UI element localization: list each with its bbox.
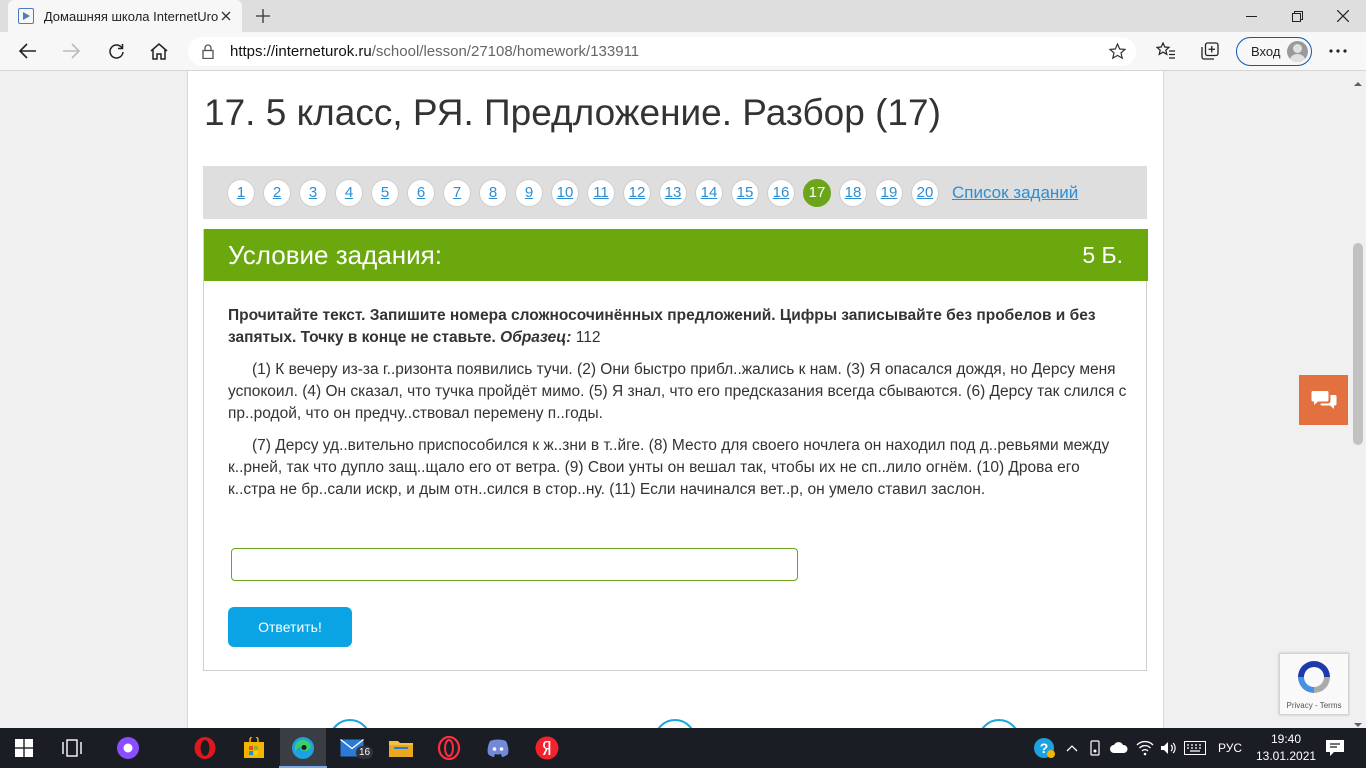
pagination-item-8[interactable]: 8	[479, 178, 507, 207]
tab-title: Домашняя школа InternetUrok.ru	[43, 8, 219, 24]
page-scrollbar[interactable]	[1350, 71, 1366, 728]
pagination-item-4[interactable]: 4	[335, 178, 363, 207]
pagination-item-5[interactable]: 5	[371, 178, 399, 207]
pagination-item-17[interactable]: 17	[803, 178, 831, 207]
recaptcha-badge[interactable]: Privacy - Terms	[1279, 653, 1349, 715]
sample-label: Образец:	[500, 329, 572, 346]
scroll-thumb[interactable]	[1353, 243, 1363, 445]
task-pagination: 1 2 3 4 5 6 7 8 9 10 11 12 13 14 15 16 17 18 19 20 Список за…	[203, 166, 1147, 219]
more-menu-icon[interactable]	[1327, 40, 1349, 62]
pagination-item-11[interactable]: 11	[587, 178, 615, 207]
sample-value: 112	[575, 329, 601, 346]
file-explorer-icon[interactable]	[389, 736, 413, 760]
microsoft-store-icon[interactable]	[242, 736, 266, 760]
pagination-item-7[interactable]: 7	[443, 178, 471, 207]
show-hidden-icons-icon[interactable]	[1060, 736, 1084, 760]
clock-date[interactable]: 13.01.2021	[1256, 749, 1316, 763]
lock-icon[interactable]	[202, 44, 214, 59]
avatar-icon	[1287, 41, 1308, 62]
discord-icon[interactable]	[486, 736, 510, 760]
task-header-title: Условие задания:	[228, 239, 442, 270]
minimize-icon[interactable]	[1228, 0, 1274, 32]
windows-taskbar: 16 ? РУС 19:40 13.01.2021	[0, 728, 1366, 768]
browser-toolbar: https://interneturok.ru/school/lesson/27…	[0, 32, 1366, 71]
answer-input[interactable]	[231, 548, 798, 581]
address-bar[interactable]: https://interneturok.ru/school/lesson/27…	[188, 37, 1136, 66]
task-card: Условие задания: 5 Б. Прочитайте текст. …	[203, 229, 1148, 671]
favorite-star-icon[interactable]	[1109, 43, 1126, 60]
back-icon[interactable]	[17, 40, 39, 62]
windows-start-icon[interactable]	[12, 736, 36, 760]
task-body: Прочитайте текст. Запишите номера сложно…	[228, 305, 1128, 511]
yandex-browser-icon[interactable]	[535, 736, 559, 760]
restore-icon[interactable]	[1274, 0, 1320, 32]
pagination-item-9[interactable]: 9	[515, 178, 543, 207]
device-icon[interactable]	[1083, 736, 1107, 760]
sign-in-button[interactable]: Вход	[1236, 37, 1312, 66]
pagination-item-19[interactable]: 19	[875, 178, 903, 207]
pagination-item-15[interactable]: 15	[731, 178, 759, 207]
favorites-icon[interactable]	[1155, 40, 1177, 62]
refresh-icon[interactable]	[105, 40, 127, 62]
scroll-up-icon[interactable]	[1354, 75, 1362, 86]
pagination-item-10[interactable]: 10	[551, 178, 579, 207]
alice-assistant-icon[interactable]	[116, 736, 140, 760]
notifications-icon[interactable]	[1323, 736, 1347, 760]
volume-icon[interactable]	[1157, 736, 1181, 760]
text-paragraph-2: (7) Дерсу уд..вительно приспособился к ж…	[228, 437, 1110, 498]
pagination-item-2[interactable]: 2	[263, 178, 291, 207]
mail-unread-badge: 16	[356, 746, 374, 759]
edge-browser-icon[interactable]	[279, 736, 327, 768]
new-tab-icon[interactable]	[253, 6, 273, 26]
task-header: Условие задания: 5 Б.	[204, 229, 1148, 281]
forward-icon[interactable]	[60, 40, 82, 62]
pagination-item-18[interactable]: 18	[839, 178, 867, 207]
input-language[interactable]: РУС	[1218, 741, 1242, 755]
svg-text:?: ?	[1040, 740, 1049, 756]
collections-icon[interactable]	[1199, 40, 1221, 62]
task-list-link[interactable]: Список заданий	[952, 183, 1078, 203]
instruction-text: Прочитайте текст. Запишите номера сложно…	[228, 307, 1096, 346]
pagination-item-6[interactable]: 6	[407, 178, 435, 207]
pagination-item-12[interactable]: 12	[623, 178, 651, 207]
submit-answer-button[interactable]: Ответить!	[228, 607, 352, 647]
pagination-item-1[interactable]: 1	[227, 178, 255, 207]
opera-icon[interactable]	[193, 736, 217, 760]
chat-bubbles-icon	[1311, 389, 1337, 411]
chat-button[interactable]	[1299, 375, 1348, 425]
page-viewport: 17. 5 класс, РЯ. Предложение. Разбор (17…	[0, 71, 1350, 728]
close-tab-icon[interactable]	[218, 8, 234, 24]
keyboard-icon[interactable]	[1183, 736, 1207, 760]
recaptcha-links[interactable]: Privacy - Terms	[1287, 701, 1342, 710]
url-path: /school/lesson/27108/homework/133911	[371, 43, 640, 60]
page-title: 17. 5 класс, РЯ. Предложение. Разбор (17…	[204, 92, 941, 133]
pagination-item-3[interactable]: 3	[299, 178, 327, 207]
browser-tab-strip: Домашняя школа InternetUrok.ru	[0, 0, 1366, 32]
url-host: https://interneturok.ru	[230, 43, 372, 60]
text-paragraph-1: (1) К вечеру из-за г..ризонта появились …	[228, 361, 1127, 422]
close-window-icon[interactable]	[1320, 0, 1366, 32]
onedrive-cloud-icon[interactable]	[1107, 736, 1131, 760]
pagination-item-14[interactable]: 14	[695, 178, 723, 207]
help-icon[interactable]: ?	[1032, 736, 1056, 760]
browser-tab[interactable]: Домашняя школа InternetUrok.ru	[8, 0, 242, 32]
clock-time[interactable]: 19:40	[1266, 732, 1306, 746]
pagination-item-16[interactable]: 16	[767, 178, 795, 207]
task-instruction: Прочитайте текст. Запишите номера сложно…	[228, 305, 1128, 349]
pagination-item-20[interactable]: 20	[911, 178, 939, 207]
home-icon[interactable]	[148, 40, 170, 62]
sign-in-label: Вход	[1251, 44, 1281, 59]
scroll-down-icon[interactable]	[1354, 716, 1362, 727]
network-icon[interactable]	[1133, 736, 1157, 760]
task-view-icon[interactable]	[60, 736, 84, 760]
opera-gx-icon[interactable]	[437, 736, 461, 760]
pagination-item-13[interactable]: 13	[659, 178, 687, 207]
recaptcha-logo-icon	[1294, 657, 1334, 697]
site-favicon-icon	[18, 8, 34, 24]
task-score: 5 Б.	[1082, 241, 1123, 268]
